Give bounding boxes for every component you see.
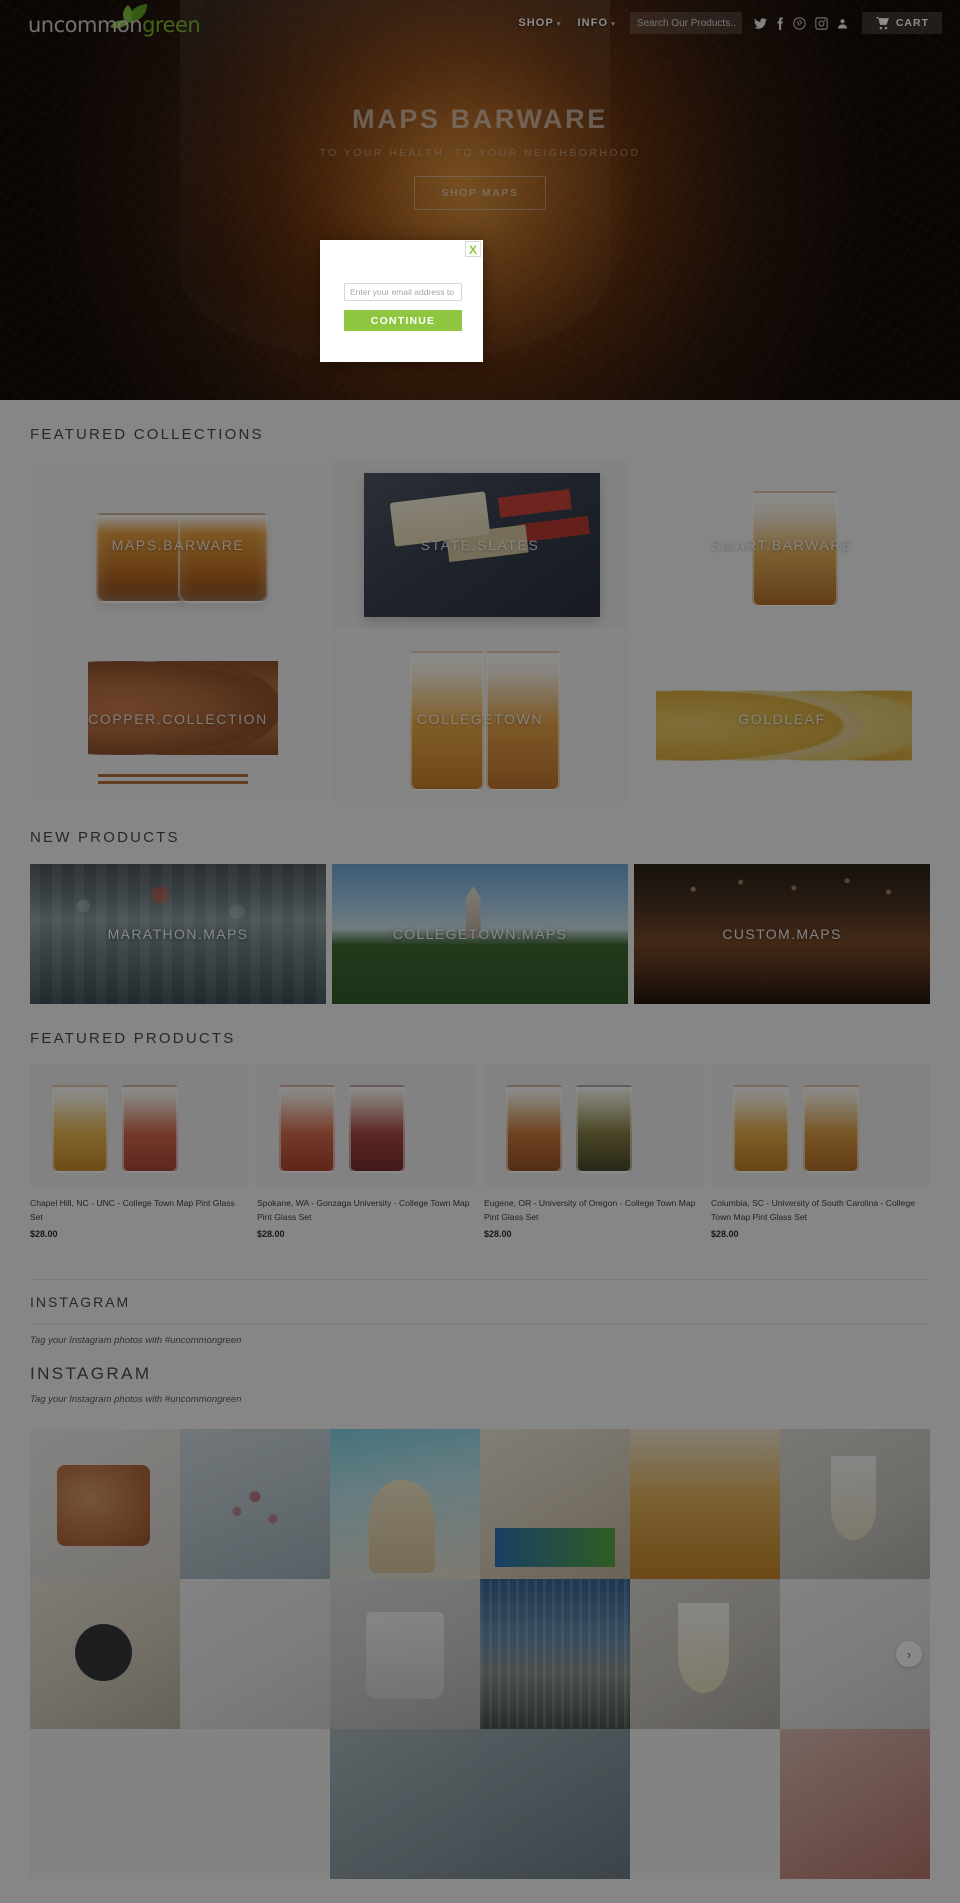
nav-shop-label: SHOP	[518, 17, 554, 29]
instagram-photo[interactable]	[780, 1729, 930, 1880]
featured-collections-grid: MAPS.BARWARE STATE.SLATES SMART.BARWARE …	[30, 461, 930, 803]
chevron-down-icon: ▾	[611, 21, 616, 28]
new-products-grid: MARATHON.MAPS COLLEGETOWN.MAPS CUSTOM.MA…	[30, 864, 930, 1004]
product-price: $28.00	[711, 1229, 739, 1240]
instagram-feed: ›	[30, 1429, 930, 1880]
product-title: Chapel Hill, NC - UNC - College Town Map…	[30, 1198, 235, 1223]
instagram-photo[interactable]	[180, 1579, 330, 1730]
instagram-photo[interactable]	[480, 1729, 630, 1880]
product-image	[711, 1065, 930, 1187]
site-logo[interactable]: uncommongreen	[28, 3, 201, 43]
logo-text: uncommon	[28, 13, 143, 37]
instagram-tagline-secondary: Tag your Instagram photos with #uncommon…	[30, 1394, 242, 1406]
logo-accent-text: green	[142, 13, 201, 37]
collection-label: SMART.BARWARE	[711, 537, 853, 553]
instagram-photo[interactable]	[30, 1729, 180, 1880]
instagram-photo[interactable]	[30, 1429, 180, 1580]
instagram-title-secondary: INSTAGRAM	[30, 1364, 152, 1384]
instagram-photo[interactable]	[330, 1579, 480, 1730]
email-field[interactable]	[344, 283, 462, 301]
collection-tile-state-slates[interactable]: STATE.SLATES	[332, 461, 628, 629]
collection-label: GOLDLEAF	[738, 711, 826, 727]
product-title: Spokane, WA - Gonzaga University - Colle…	[257, 1198, 470, 1223]
close-icon[interactable]: X	[465, 241, 481, 257]
new-products-title: NEW PRODUCTS	[30, 829, 180, 846]
page-body: FEATURED COLLECTIONS MAPS.BARWARE STATE.…	[0, 400, 960, 1903]
instagram-photo[interactable]	[630, 1729, 780, 1880]
hero-subtitle: TO YOUR HEALTH, TO YOUR NEIGHBORHOOD	[319, 147, 641, 159]
collection-tile-goldleaf[interactable]: GOLDLEAF	[634, 635, 930, 803]
new-product-label: MARATHON.MAPS	[107, 926, 249, 942]
hero-copy: MAPS BARWARE TO YOUR HEALTH, TO YOUR NEI…	[0, 104, 960, 210]
twitter-icon[interactable]	[753, 17, 767, 30]
instagram-photo[interactable]	[330, 1429, 480, 1580]
nav-info-label: INFO	[577, 17, 609, 29]
site-header: uncommongreen SHOP ▾ INFO ▾ Search Our P…	[0, 0, 960, 46]
collection-tile-smart-barware[interactable]: SMART.BARWARE	[634, 461, 930, 629]
cart-icon	[875, 16, 889, 29]
new-product-tile-marathon-maps[interactable]: MARATHON.MAPS	[30, 864, 326, 1004]
product-price: $28.00	[484, 1229, 512, 1240]
account-icon[interactable]	[837, 17, 848, 30]
instagram-photo[interactable]	[180, 1429, 330, 1580]
product-title: Columbia, SC - University of South Carol…	[711, 1198, 915, 1223]
facebook-icon[interactable]	[776, 16, 784, 30]
product-image	[30, 1065, 249, 1187]
featured-products-title: FEATURED PRODUCTS	[30, 1030, 236, 1047]
shop-maps-button[interactable]: SHOP MAPS	[414, 176, 546, 210]
main-navigation: SHOP ▾ INFO ▾ Search Our Products... CAR…	[510, 12, 942, 34]
new-product-label: COLLEGETOWN.MAPS	[392, 926, 568, 942]
collection-tile-collegetown[interactable]: COLLEGETOWN	[332, 635, 628, 803]
product-card[interactable]: Chapel Hill, NC - UNC - College Town Map…	[30, 1065, 249, 1239]
instagram-title: INSTAGRAM	[30, 1294, 131, 1311]
chevron-down-icon: ▾	[556, 21, 562, 28]
nav-item-shop[interactable]: SHOP ▾	[510, 17, 569, 29]
instagram-photo[interactable]	[480, 1579, 630, 1730]
collection-label: MAPS.BARWARE	[111, 537, 245, 553]
instagram-photo[interactable]	[180, 1729, 330, 1880]
product-image	[484, 1065, 703, 1187]
collection-tile-maps-barware[interactable]: MAPS.BARWARE	[30, 461, 326, 629]
instagram-photo[interactable]	[480, 1429, 630, 1580]
instagram-grid	[30, 1429, 930, 1880]
instagram-photo[interactable]	[330, 1729, 480, 1880]
instagram-icon[interactable]	[815, 16, 828, 30]
product-title: Eugene, OR - University of Oregon - Coll…	[484, 1198, 696, 1223]
instagram-photo[interactable]	[630, 1429, 780, 1580]
cart-button[interactable]: CART	[861, 12, 942, 34]
new-product-tile-custom-maps[interactable]: CUSTOM.MAPS	[634, 864, 930, 1004]
product-card[interactable]: Eugene, OR - University of Oregon - Coll…	[484, 1065, 703, 1239]
social-links	[753, 16, 848, 30]
featured-products-grid: Chapel Hill, NC - UNC - College Town Map…	[30, 1065, 930, 1239]
cart-label: CART	[895, 17, 929, 29]
instagram-photo[interactable]	[630, 1579, 780, 1730]
collection-label: COPPER.COLLECTION	[88, 711, 268, 727]
instagram-photo[interactable]	[780, 1429, 930, 1580]
collection-label: STATE.SLATES	[420, 537, 540, 553]
search-input[interactable]	[629, 12, 742, 34]
logo-wordmark: uncommongreen	[28, 13, 201, 37]
collection-label: COLLEGETOWN	[416, 711, 544, 727]
instagram-tagline: Tag your Instagram photos with #uncommon…	[30, 1335, 242, 1347]
instagram-photo[interactable]	[30, 1579, 180, 1730]
new-product-tile-collegetown-maps[interactable]: COLLEGETOWN.MAPS	[332, 864, 628, 1004]
product-price: $28.00	[30, 1229, 58, 1240]
instagram-header: INSTAGRAM	[30, 1279, 930, 1326]
content-wrapper: FEATURED COLLECTIONS MAPS.BARWARE STATE.…	[30, 400, 930, 1415]
product-card[interactable]: Columbia, SC - University of South Carol…	[711, 1065, 930, 1239]
pinterest-icon[interactable]	[793, 16, 806, 30]
featured-collections-title: FEATURED COLLECTIONS	[30, 426, 264, 443]
collection-tile-copper-collection[interactable]: COPPER.COLLECTION	[30, 635, 326, 803]
product-price: $28.00	[257, 1229, 285, 1240]
instagram-next-button[interactable]: ›	[896, 1641, 922, 1668]
product-image	[257, 1065, 476, 1187]
email-signup-modal: X CONTINUE	[320, 240, 483, 362]
hero-title: MAPS BARWARE	[352, 104, 608, 134]
nav-item-info[interactable]: INFO ▾	[570, 17, 624, 29]
continue-button[interactable]: CONTINUE	[344, 310, 462, 331]
product-card[interactable]: Spokane, WA - Gonzaga University - Colle…	[257, 1065, 476, 1239]
new-product-label: CUSTOM.MAPS	[722, 926, 842, 942]
